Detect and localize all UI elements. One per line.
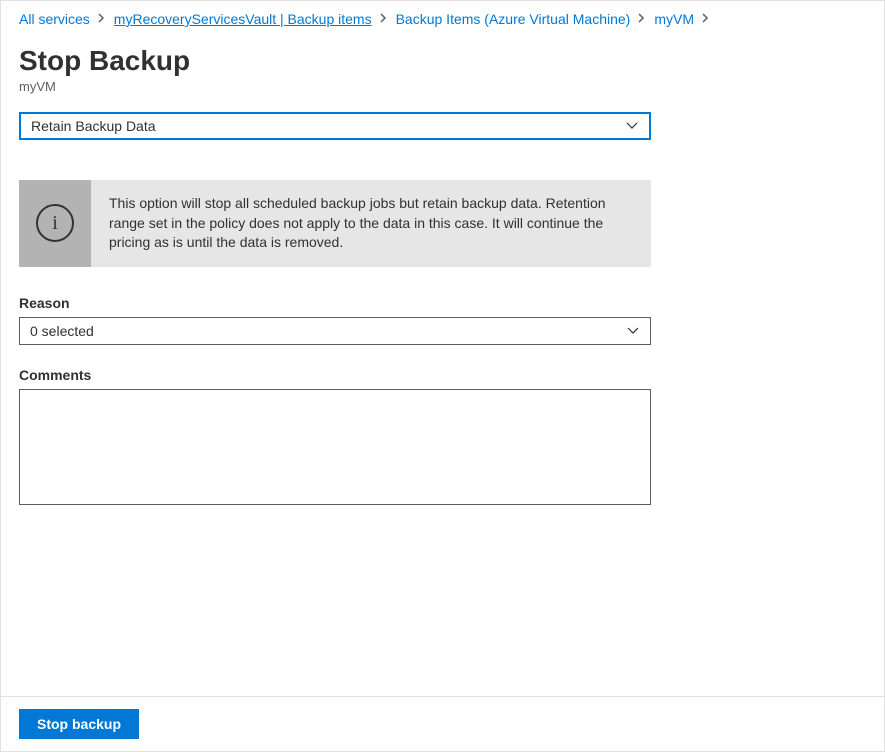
- chevron-right-icon: [98, 12, 106, 26]
- comments-textarea[interactable]: [19, 389, 651, 505]
- chevron-right-icon: [702, 12, 710, 26]
- chevron-right-icon: [380, 12, 388, 26]
- info-text: This option will stop all scheduled back…: [91, 180, 651, 267]
- comments-label: Comments: [19, 367, 866, 383]
- chevron-down-icon: [626, 324, 640, 338]
- breadcrumb-link-vault[interactable]: myRecoveryServicesVault | Backup items: [114, 11, 372, 27]
- footer: Stop backup: [1, 696, 884, 751]
- page-subtitle: myVM: [19, 79, 866, 94]
- page-title: Stop Backup: [19, 45, 866, 77]
- breadcrumb-link-backup-items[interactable]: Backup Items (Azure Virtual Machine): [396, 11, 631, 27]
- reason-value: 0 selected: [30, 323, 94, 339]
- reason-label: Reason: [19, 295, 866, 311]
- info-icon: i: [36, 204, 74, 242]
- stop-backup-button[interactable]: Stop backup: [19, 709, 139, 739]
- chevron-right-icon: [638, 12, 646, 26]
- chevron-down-icon: [625, 119, 639, 133]
- backup-option-dropdown[interactable]: Retain Backup Data: [19, 112, 651, 140]
- breadcrumb: All services myRecoveryServicesVault | B…: [1, 1, 884, 37]
- page-header: Stop Backup myVM: [1, 37, 884, 112]
- info-icon-container: i: [19, 180, 91, 267]
- breadcrumb-link-myvm[interactable]: myVM: [654, 11, 694, 27]
- info-box: i This option will stop all scheduled ba…: [19, 180, 651, 267]
- breadcrumb-link-all-services[interactable]: All services: [19, 11, 90, 27]
- backup-option-value: Retain Backup Data: [31, 118, 156, 134]
- reason-dropdown[interactable]: 0 selected: [19, 317, 651, 345]
